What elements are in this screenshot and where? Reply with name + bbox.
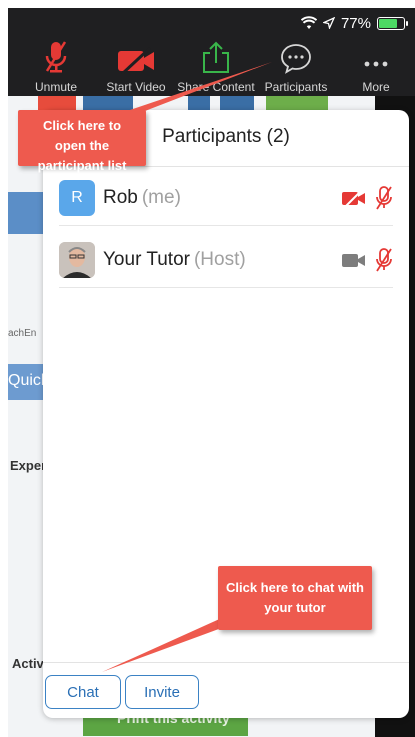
muted-mic-icon — [45, 41, 67, 73]
tutor-avatar — [59, 242, 95, 278]
participant-name: Your Tutor — [103, 249, 190, 270]
share-icon — [203, 41, 229, 73]
participants-button[interactable]: Participants — [256, 40, 336, 94]
start-video-button[interactable]: Start Video — [96, 40, 176, 94]
video-off-icon — [342, 188, 365, 208]
row-divider — [59, 225, 393, 226]
video-off-icon — [118, 46, 154, 74]
participant-name: Rob — [103, 187, 138, 208]
bg-text-1: achEn — [8, 328, 37, 339]
more-dots-icon — [364, 61, 388, 67]
invite-button[interactable]: Invite — [125, 675, 199, 709]
more-button[interactable]: More — [336, 40, 415, 94]
bg-quick-button: Quick — [8, 364, 48, 400]
participants-label: Participants — [264, 80, 328, 94]
participant-row[interactable]: R Rob (me) — [59, 170, 393, 226]
share-content-label: Share Content — [177, 80, 255, 94]
person-photo-icon — [59, 242, 95, 278]
bg-blue-bar — [8, 192, 48, 234]
battery-percent: 77% — [340, 14, 371, 32]
share-content-button[interactable]: Share Content — [176, 40, 256, 94]
participant-role: (Host) — [193, 249, 246, 270]
participants-callout: Click here to open the participant list — [18, 110, 146, 173]
participant-row[interactable]: Your Tutor (Host) — [59, 232, 393, 288]
unmute-button[interactable]: Unmute — [16, 40, 96, 94]
chat-button[interactable]: Chat — [45, 675, 121, 709]
muted-mic-icon — [376, 186, 392, 210]
video-camera-icon — [342, 254, 365, 267]
footer-divider — [43, 662, 409, 663]
participants-chat-bubble-icon — [281, 44, 311, 74]
avatar: R — [59, 180, 95, 216]
status-bar: 77% — [300, 12, 408, 34]
meeting-toolbar: 77% Unmute Start Video Share Content Par… — [8, 8, 415, 96]
start-video-label: Start Video — [106, 80, 166, 94]
row-divider — [59, 287, 393, 288]
participant-role: (me) — [141, 187, 181, 208]
muted-mic-icon — [376, 248, 392, 272]
location-icon — [322, 17, 335, 29]
battery-icon — [377, 16, 408, 30]
chat-callout: Click here to chat with your tutor — [218, 566, 372, 630]
bg-text-4: Activ — [12, 656, 44, 671]
unmute-label: Unmute — [34, 80, 78, 94]
wifi-icon — [300, 16, 317, 29]
bg-text-3: Exper — [10, 458, 47, 473]
more-label: More — [362, 80, 390, 94]
